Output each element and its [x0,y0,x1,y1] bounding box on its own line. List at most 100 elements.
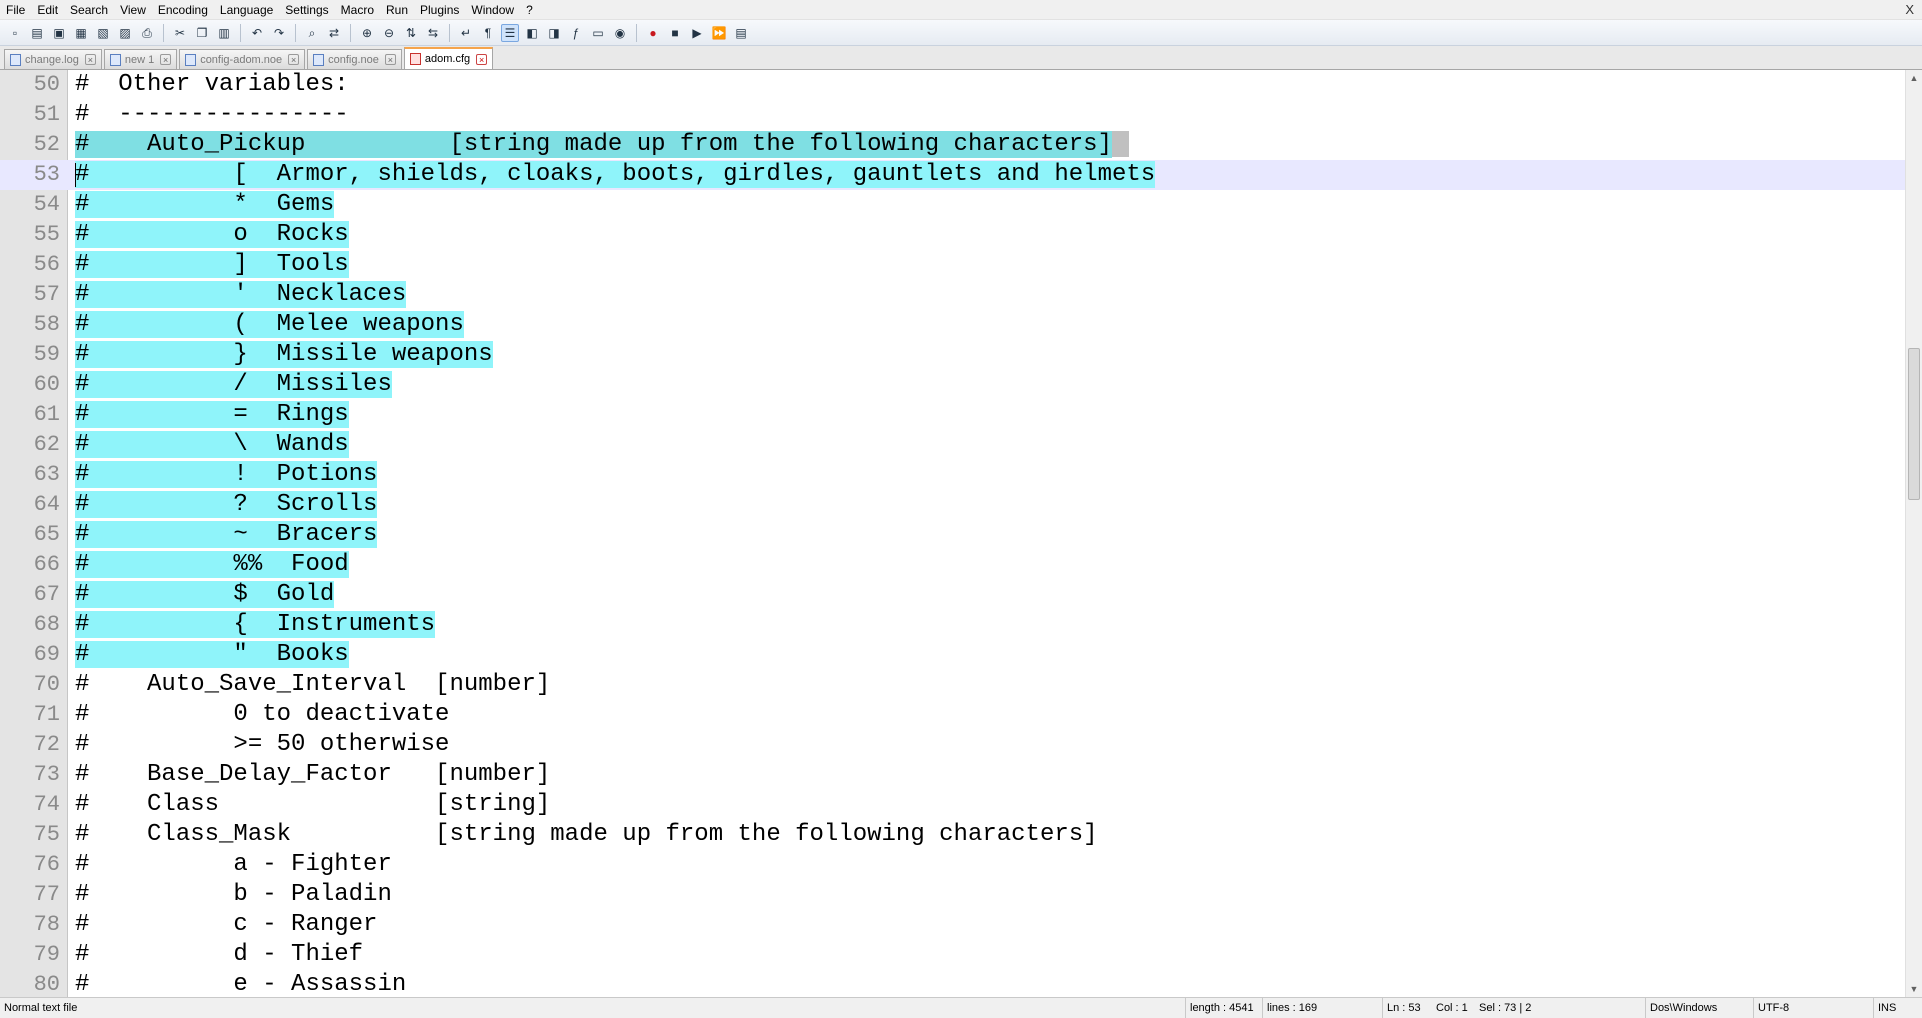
save-all-icon[interactable]: ▦ [72,24,90,42]
menu-window[interactable]: Window [465,0,520,20]
editor-line[interactable]: 60 # / Missiles [0,370,1905,400]
print-icon[interactable]: ⎙ [138,24,156,42]
word-wrap-icon[interactable]: ↵ [457,24,475,42]
tab-close-icon[interactable]: × [476,53,488,65]
close-file-icon[interactable]: ▧ [94,24,112,42]
status-encoding[interactable]: UTF-8 [1753,998,1873,1018]
run-macro-multiple-icon[interactable]: ⏩ [710,24,728,42]
editor-line[interactable]: 73 # Base_Delay_Factor [number] [0,760,1905,790]
tab-adom-cfg[interactable]: adom.cfg × [403,47,494,69]
copy-icon[interactable]: ❐ [193,24,211,42]
play-macro-icon[interactable]: ▶ [688,24,706,42]
sync-vertical-icon[interactable]: ⇅ [402,24,420,42]
editor-line[interactable]: 70 # Auto_Save_Interval [number] [0,670,1905,700]
menu-language[interactable]: Language [214,0,279,20]
menu-plugins[interactable]: Plugins [414,0,465,20]
menu-macro[interactable]: Macro [335,0,380,20]
find-icon[interactable]: ⌕ [303,24,321,42]
menu-settings[interactable]: Settings [279,0,334,20]
new-file-icon[interactable]: ▫ [6,24,24,42]
menu-search[interactable]: Search [64,0,114,20]
editor-line[interactable]: 64 # ? Scrolls [0,490,1905,520]
editor-line[interactable]: 79 # d - Thief [0,940,1905,970]
editor-line[interactable]: 63 # ! Potions [0,460,1905,490]
editor-line[interactable]: 69 # " Books [0,640,1905,670]
editor[interactable]: 50 # Other variables: 51 # ----------------… [0,70,1905,997]
record-macro-icon[interactable]: ● [644,24,662,42]
editor-line[interactable]: 72 # >= 50 otherwise [0,730,1905,760]
sync-horizontal-icon[interactable]: ⇆ [424,24,442,42]
editor-line[interactable]: 65 # ~ Bracers [0,520,1905,550]
stop-record-icon[interactable]: ■ [666,24,684,42]
toolbar-separator [240,23,241,42]
editor-line[interactable]: 80 # e - Assassin [0,970,1905,997]
editor-line[interactable]: 77 # b - Paladin [0,880,1905,910]
editor-line[interactable]: 52 # Auto_Pickup [string made up from the… [0,130,1905,160]
editor-line[interactable]: 75 # Class_Mask [string made up from the … [0,820,1905,850]
menu-edit[interactable]: Edit [31,0,64,20]
line-text: # ' Necklaces [75,280,407,310]
menu-run[interactable]: Run [380,0,414,20]
editor-line[interactable]: 54 # * Gems [0,190,1905,220]
tab-label: config.noe [328,53,379,66]
menu-view[interactable]: View [114,0,152,20]
editor-line[interactable]: 62 # \ Wands [0,430,1905,460]
editor-line[interactable]: 67 # $ Gold [0,580,1905,610]
editor-line[interactable]: 55 # o Rocks [0,220,1905,250]
save-macro-icon[interactable]: ▤ [732,24,750,42]
redo-icon[interactable]: ↷ [270,24,288,42]
editor-line[interactable]: 50 # Other variables: [0,70,1905,100]
editor-line[interactable]: 58 # ( Melee weapons [0,310,1905,340]
editor-line[interactable]: 57 # ' Necklaces [0,280,1905,310]
tab-label: config-adom.noe [200,53,283,66]
editor-line[interactable]: 61 # = Rings [0,400,1905,430]
doc-map-icon[interactable]: ◨ [545,24,563,42]
tab-new-1[interactable]: new 1 × [103,49,178,69]
vertical-scrollbar[interactable]: ▲ ▼ [1905,70,1922,997]
monitoring-icon[interactable]: ◉ [611,24,629,42]
tab-close-icon[interactable]: × [288,54,300,65]
zoom-out-icon[interactable]: ⊖ [380,24,398,42]
status-bar: Normal text file length : 4541 lines : 1… [0,997,1922,1018]
tab-close-icon[interactable]: × [160,54,172,65]
menu-help[interactable]: ? [520,0,539,20]
tab-config-adom-noe[interactable]: config-adom.noe × [179,49,306,69]
scroll-down-icon[interactable]: ▼ [1906,981,1922,997]
editor-line[interactable]: 51 # ---------------- [0,100,1905,130]
indent-guide-icon[interactable]: ☰ [501,23,519,42]
tab-close-icon[interactable]: × [84,54,96,65]
scrollbar-thumb[interactable] [1908,348,1920,500]
line-number: 54 [33,192,60,217]
editor-line[interactable]: 76 # a - Fighter [0,850,1905,880]
close-document-icon[interactable]: X [1905,2,1914,17]
editor-line[interactable]: 59 # } Missile weapons [0,340,1905,370]
editor-line[interactable]: 71 # 0 to deactivate [0,700,1905,730]
editor-line[interactable]: 68 # { Instruments [0,610,1905,640]
text: # b - Paladin [75,881,392,908]
zoom-in-icon[interactable]: ⊕ [358,24,376,42]
close-all-icon[interactable]: ▨ [116,24,134,42]
undo-icon[interactable]: ↶ [248,24,266,42]
tab-config-noe[interactable]: config.noe × [307,49,402,69]
show-all-chars-icon[interactable]: ¶ [479,24,497,42]
folder-workspace-icon[interactable]: ▭ [589,24,607,42]
cut-icon[interactable]: ✂ [171,24,189,42]
menu-encoding[interactable]: Encoding [152,0,214,20]
editor-line[interactable]: 56 # ] Tools [0,250,1905,280]
selected-text: # " Books [75,641,349,668]
function-list-icon[interactable]: ƒ [567,24,585,42]
save-icon[interactable]: ▣ [50,24,68,42]
scroll-up-icon[interactable]: ▲ [1906,70,1922,86]
replace-icon[interactable]: ⇄ [325,24,343,42]
open-file-icon[interactable]: ▤ [28,24,46,42]
menu-file[interactable]: File [0,0,31,20]
user-language-icon[interactable]: ◧ [523,24,541,42]
editor-line[interactable]: 53 # [ Armor, shields, cloaks, boots, gir… [0,160,1905,190]
editor-line[interactable]: 74 # Class [string] [0,790,1905,820]
editor-line[interactable]: 78 # c - Ranger [0,910,1905,940]
paste-icon[interactable]: ▥ [215,24,233,42]
editor-line[interactable]: 66 # %% Food [0,550,1905,580]
tab-close-icon[interactable]: × [384,54,396,65]
tab-change-log[interactable]: change.log × [4,49,102,69]
status-eol[interactable]: Dos\Windows [1645,998,1753,1018]
